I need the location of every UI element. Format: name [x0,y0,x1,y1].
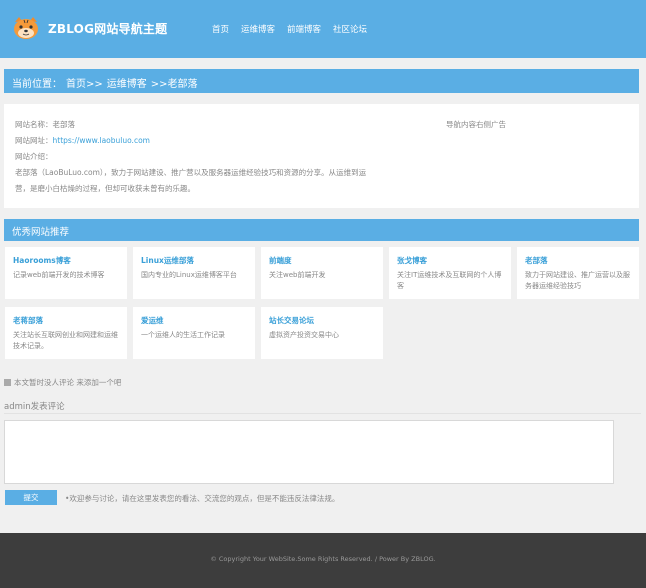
site-card-desc: 关注IT运维技术及互联网的个人博客 [397,271,502,290]
site-card-title[interactable]: 前端度 [269,255,375,266]
section-title: 优秀网站推荐 [4,219,639,241]
site-card-title[interactable]: 站长交易论坛 [269,315,375,326]
site-card[interactable]: 前端度 关注web前端开发 [261,247,383,299]
site-card-title[interactable]: 老蒋部落 [13,315,119,326]
site-url-label: 网站网址： [15,136,53,145]
site-intro-text: 老部落（LaoBuLuo.com），致力于网站建设、推广营以及服务器运维经验技巧… [15,168,367,193]
site-card-title[interactable]: Linux运维部落 [141,255,247,266]
nav-home[interactable]: 首页 [212,23,229,35]
footer-copyright: © Copyright Your WebSite.Some Rights Res… [210,555,436,563]
site-card-desc: 关注站长互联网创业和网建和运维技术记录。 [13,331,118,350]
breadcrumb-prefix: 当前位置： [12,79,62,90]
site-card-desc: 记录web前端开发的技术博客 [13,271,105,279]
comment-textarea[interactable] [4,420,614,484]
breadcrumb: 当前位置： 首页>> 运维博客 >>老部落 [4,69,639,93]
site-card-desc: 一个运维人的生活工作记录 [141,331,225,339]
divider [4,413,641,414]
site-card-desc: 虚拟资产投资交易中心 [269,331,339,339]
site-card-desc: 国内专业的Linux运维博客平台 [141,271,237,279]
site-card[interactable]: 张戈博客 关注IT运维技术及互联网的个人博客 [389,247,511,299]
site-card[interactable]: Haorooms博客 记录web前端开发的技术博客 [5,247,127,299]
site-card[interactable]: 站长交易论坛 虚拟资产投资交易中心 [261,307,383,359]
site-url-link[interactable]: https://www.laobuluo.com [53,136,150,145]
site-card-title[interactable]: 老部落 [525,255,631,266]
no-comment-notice: 本文暂时没人评论 来添加一个吧 [4,377,121,388]
site-card-title[interactable]: 爱运维 [141,315,247,326]
breadcrumb-home[interactable]: 首页>> [66,75,103,90]
breadcrumb-category[interactable]: 运维博客 [107,75,147,90]
main-nav: 首页 运维博客 前端博客 社区论坛 [212,23,367,35]
site-name-value: 老部落 [52,120,76,129]
breadcrumb-current: >>老部落 [150,79,198,90]
comment-icon [4,379,11,386]
site-card[interactable]: Linux运维部落 国内专业的Linux运维博客平台 [133,247,255,299]
nav-frontend-blog[interactable]: 前端博客 [287,23,321,35]
site-name-label: 网站名称： [15,120,53,129]
header: ZBLOG网站导航主题 首页 运维博客 前端博客 社区论坛 [0,0,646,58]
site-info-panel: 网站名称：老部落 网站网址：https://www.laobuluo.com 网… [4,104,639,208]
site-url-row: 网站网址：https://www.laobuluo.com [15,135,150,146]
nav-forum[interactable]: 社区论坛 [333,23,367,35]
site-card[interactable]: 老蒋部落 关注站长互联网创业和网建和运维技术记录。 [5,307,127,359]
site-card-desc: 致力于网站建设、推广运营以及服务器运维经验技巧 [525,271,630,290]
side-ad[interactable]: 导航内容右侧广告 [446,119,506,130]
site-card-title[interactable]: Haorooms博客 [13,255,119,266]
site-name-row: 网站名称：老部落 [15,119,75,130]
footer: © Copyright Your WebSite.Some Rights Res… [0,533,646,588]
site-card[interactable]: 爱运维 一个运维人的生活工作记录 [133,307,255,359]
site-card[interactable]: 老部落 致力于网站建设、推广运营以及服务器运维经验技巧 [517,247,639,299]
site-intro-label: 网站介绍： [15,152,53,161]
site-card-title[interactable]: 张戈博客 [397,255,503,266]
tiger-face-icon[interactable] [12,16,40,40]
site-card-desc: 关注web前端开发 [269,271,326,279]
comment-heading: admin发表评论 [4,402,65,412]
submit-button[interactable]: 提交 [5,490,57,505]
nav-ops-blog[interactable]: 运维博客 [241,23,275,35]
comment-hint: •欢迎参与讨论，请在这里发表您的看法、交流您的观点，但是不能违反法律法规。 [65,494,340,503]
site-title[interactable]: ZBLOG网站导航主题 [48,20,167,37]
no-comment-text: 本文暂时没人评论 来添加一个吧 [14,378,122,387]
